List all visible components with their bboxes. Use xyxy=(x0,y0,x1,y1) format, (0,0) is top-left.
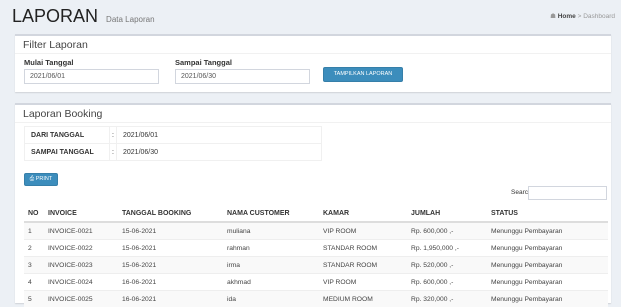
cell-status: Menunggu Pembayaran xyxy=(487,274,608,291)
column-header-customer-name[interactable]: NAMA CUSTOMER xyxy=(223,205,319,222)
cell-customer-name: akhmad xyxy=(223,274,319,291)
cell-no: 4 xyxy=(24,274,44,291)
end-date-label: Sampai Tanggal xyxy=(175,58,232,67)
breadcrumb-current: Dashboard xyxy=(583,13,615,20)
cell-invoice: INVOICE-0024 xyxy=(44,274,118,291)
breadcrumb-separator: > xyxy=(578,13,582,20)
cell-invoice: INVOICE-0022 xyxy=(44,240,118,257)
cell-customer-name: ida xyxy=(223,291,319,307)
cell-status: Menunggu Pembayaran xyxy=(487,257,608,274)
cell-customer-name: rahman xyxy=(223,240,319,257)
info-separator: : xyxy=(110,144,117,161)
cell-customer-name: muliana xyxy=(223,222,319,240)
cell-no: 5 xyxy=(24,291,44,307)
end-date-input[interactable]: 2021/06/30 xyxy=(175,69,310,84)
cell-no: 1 xyxy=(24,222,44,240)
cell-amount: Rp. 1,950,000 ,- xyxy=(407,240,487,257)
info-row: DARI TANGGAL : 2021/06/01 xyxy=(25,127,322,144)
info-separator: : xyxy=(110,127,117,144)
column-header-amount[interactable]: JUMLAH xyxy=(407,205,487,222)
table-row: 3 INVOICE-0023 15-06-2021 irma STANDAR R… xyxy=(24,257,608,274)
filter-box-divider xyxy=(15,53,611,54)
cell-booking-date: 15-06-2021 xyxy=(118,222,223,240)
cell-room: MEDIUM ROOM xyxy=(319,291,407,307)
page-subtitle: Data Laporan xyxy=(106,15,154,24)
info-key: DARI TANGGAL xyxy=(25,127,110,144)
breadcrumb: ☗ Home > Dashboard xyxy=(550,12,615,20)
page-title-text: LAPORAN xyxy=(12,6,98,26)
cell-status: Menunggu Pembayaran xyxy=(487,222,608,240)
cell-status: Menunggu Pembayaran xyxy=(487,240,608,257)
cell-no: 2 xyxy=(24,240,44,257)
print-icon: ⎙ xyxy=(30,176,34,182)
report-info-table: DARI TANGGAL : 2021/06/01 SAMPAI TANGGAL… xyxy=(24,126,322,161)
cell-booking-date: 15-06-2021 xyxy=(118,257,223,274)
column-header-invoice[interactable]: INVOICE xyxy=(44,205,118,222)
booking-table: NO INVOICE TANGGAL BOOKING NAMA CUSTOMER… xyxy=(24,205,608,307)
cell-invoice: INVOICE-0023 xyxy=(44,257,118,274)
column-header-booking-date[interactable]: TANGGAL BOOKING xyxy=(118,205,223,222)
cell-invoice: INVOICE-0025 xyxy=(44,291,118,307)
page-title: LAPORAN Data Laporan xyxy=(12,6,155,27)
start-date-input[interactable]: 2021/06/01 xyxy=(24,69,159,84)
table-row: 5 INVOICE-0025 16-06-2021 ida MEDIUM ROO… xyxy=(24,291,608,307)
column-header-status[interactable]: STATUS xyxy=(487,205,608,222)
info-value: 2021/06/01 xyxy=(117,127,322,144)
home-icon: ☗ xyxy=(550,13,556,20)
cell-booking-date: 16-06-2021 xyxy=(118,291,223,307)
info-value: 2021/06/30 xyxy=(117,144,322,161)
search-input[interactable] xyxy=(528,186,607,200)
report-box-title: Laporan Booking xyxy=(23,108,102,120)
table-row: 4 INVOICE-0024 16-06-2021 akhmad VIP ROO… xyxy=(24,274,608,291)
breadcrumb-home-link[interactable]: Home xyxy=(558,13,576,20)
cell-no: 3 xyxy=(24,257,44,274)
filter-box: Filter Laporan Mulai Tanggal 2021/06/01 … xyxy=(15,34,611,92)
cell-invoice: INVOICE-0021 xyxy=(44,222,118,240)
info-row: SAMPAI TANGGAL : 2021/06/30 xyxy=(25,144,322,161)
cell-booking-date: 15-06-2021 xyxy=(118,240,223,257)
cell-room: STANDAR ROOM xyxy=(319,257,407,274)
report-box-divider xyxy=(15,122,611,123)
cell-amount: Rp. 600,000 ,- xyxy=(407,274,487,291)
table-row: 2 INVOICE-0022 15-06-2021 rahman STANDAR… xyxy=(24,240,608,257)
cell-amount: Rp. 600,000 ,- xyxy=(407,222,487,240)
cell-status: Menunggu Pembayaran xyxy=(487,291,608,307)
print-button[interactable]: ⎙ PRINT xyxy=(24,173,58,186)
table-row: 1 INVOICE-0021 15-06-2021 muliana VIP RO… xyxy=(24,222,608,240)
cell-customer-name: irma xyxy=(223,257,319,274)
info-key: SAMPAI TANGGAL xyxy=(25,144,110,161)
cell-room: VIP ROOM xyxy=(319,274,407,291)
cell-booking-date: 16-06-2021 xyxy=(118,274,223,291)
cell-room: STANDAR ROOM xyxy=(319,240,407,257)
report-box: Laporan Booking DARI TANGGAL : 2021/06/0… xyxy=(15,103,611,303)
show-report-button[interactable]: TAMPILKAN LAPORAN xyxy=(323,67,403,82)
cell-amount: Rp. 320,000 ,- xyxy=(407,291,487,307)
print-button-label: PRINT xyxy=(36,176,53,182)
start-date-label: Mulai Tanggal xyxy=(24,58,73,67)
column-header-no[interactable]: NO xyxy=(24,205,44,222)
cell-room: VIP ROOM xyxy=(319,222,407,240)
filter-box-title: Filter Laporan xyxy=(23,39,88,51)
table-header-row: NO INVOICE TANGGAL BOOKING NAMA CUSTOMER… xyxy=(24,205,608,222)
column-header-room[interactable]: KAMAR xyxy=(319,205,407,222)
cell-amount: Rp. 520,000 ,- xyxy=(407,257,487,274)
